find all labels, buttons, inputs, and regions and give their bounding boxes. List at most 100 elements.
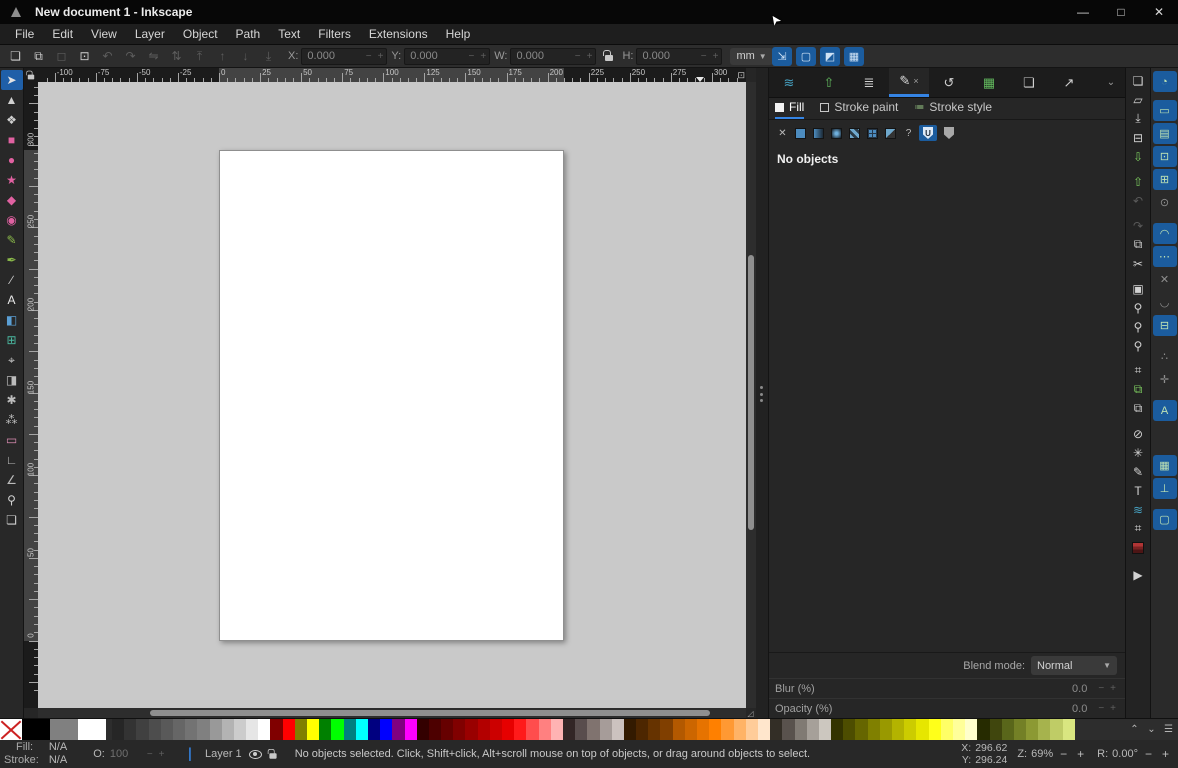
palette-swatch[interactable] (78, 719, 106, 741)
layer-indicator[interactable]: ▏ Layer 1 (190, 748, 277, 761)
palette-swatch[interactable] (282, 719, 295, 741)
zoom-in-button[interactable]: + (1074, 747, 1087, 761)
palette-swatch[interactable] (977, 719, 990, 741)
close-dialog-icon[interactable]: × (913, 76, 918, 86)
palette-swatch[interactable] (782, 719, 795, 741)
palette-swatch[interactable] (599, 719, 612, 741)
select-touch-button[interactable]: ⊡ (74, 47, 95, 66)
zoom-tool[interactable]: ⚲ (1, 490, 23, 510)
scale-stroke-toggle[interactable]: ⇲ (772, 47, 792, 66)
palette-swatch[interactable] (806, 719, 819, 741)
canvas[interactable] (38, 82, 746, 708)
w-increment[interactable]: + (584, 51, 596, 62)
palette-swatch[interactable] (307, 719, 320, 741)
palette-swatch[interactable] (745, 719, 758, 741)
zoom-value[interactable]: 69% (1031, 748, 1053, 760)
cut-button[interactable]: ✂ (1128, 254, 1149, 273)
palette-swatch[interactable] (221, 719, 234, 741)
h-decrement[interactable]: − (698, 51, 710, 62)
zoom-page-button[interactable]: ⚲ (1128, 336, 1149, 355)
w-decrement[interactable]: − (572, 51, 584, 62)
opacity-increment[interactable]: + (156, 749, 168, 760)
fill-stroke-dialog-button[interactable]: ✎ (1128, 462, 1149, 481)
menu-filters[interactable]: Filters (309, 25, 360, 43)
redo-button[interactable]: ↷ (1128, 216, 1149, 235)
opacity-decrement[interactable]: − (144, 749, 156, 760)
palette-swatch[interactable] (648, 719, 661, 741)
palette-swatch[interactable] (940, 719, 953, 741)
fill-stroke-indicator[interactable]: Fill: N/A Stroke: N/A (0, 741, 67, 767)
measure-tool[interactable]: ∠ (1, 470, 23, 490)
export-button[interactable]: ⇧ (1128, 172, 1149, 191)
spray-tool[interactable]: ⁂ (1, 410, 23, 430)
paint-pattern-button[interactable] (847, 126, 862, 141)
spiral-tool[interactable]: ◉ (1, 210, 23, 230)
tab-stroke-paint[interactable]: Stroke paint (820, 100, 898, 119)
document-page[interactable] (219, 150, 564, 641)
paint-none-button[interactable]: ✕ (775, 126, 790, 141)
palette-swatch[interactable] (392, 719, 405, 741)
lower-button[interactable]: ↓ (235, 47, 256, 66)
snap-nodes-toggle[interactable]: ◠ (1152, 223, 1177, 244)
tab-export-dialog[interactable]: ⇧ (809, 68, 849, 97)
rectangle-tool[interactable]: ■ (1, 130, 23, 150)
palette-swatch[interactable] (246, 719, 259, 741)
paint-flat-button[interactable] (793, 126, 808, 141)
y-input[interactable]: 0.000− + (404, 47, 491, 65)
palette-swatch[interactable] (112, 719, 125, 741)
fill-rule-nonzero-button[interactable] (940, 125, 958, 141)
vertical-scrollbar-thumb[interactable] (748, 255, 754, 530)
palette-swatch[interactable] (331, 719, 344, 741)
palette-swatch[interactable] (233, 719, 247, 741)
zoom-drawing-button[interactable]: ⚲ (1128, 317, 1149, 336)
raise-button[interactable]: ↑ (212, 47, 233, 66)
x-decrement[interactable]: − (363, 51, 375, 62)
create-clone-button[interactable]: ⧉ (1128, 399, 1149, 418)
xml-editor-button[interactable]: ⌗ (1128, 519, 1149, 538)
palette-swatch[interactable] (514, 719, 527, 741)
palette-swatch[interactable] (684, 719, 697, 741)
palette-swatch[interactable] (22, 719, 50, 741)
y-increment[interactable]: + (477, 51, 489, 62)
unlink-clone-button[interactable]: ⊘ (1128, 424, 1149, 443)
tab-align-distribute-dialog[interactable]: ≣ (849, 68, 889, 97)
snap-bbox-midpoints-toggle[interactable]: ⊞ (1152, 169, 1177, 190)
palette-swatch[interactable] (843, 719, 856, 741)
palette-swatch[interactable] (721, 719, 734, 741)
palette-swatch[interactable] (172, 719, 186, 741)
minimize-button[interactable]: — (1064, 0, 1102, 24)
layer-visibility-toggle[interactable] (248, 749, 262, 759)
palette-swatch[interactable] (709, 719, 722, 741)
snap-page-border-toggle[interactable]: ▢ (1152, 509, 1177, 530)
tab-undo-history-dialog[interactable]: ↺ (929, 68, 969, 97)
preferences-button[interactable]: ✳ (1128, 443, 1149, 462)
expand-commands-button[interactable]: ▶ (1128, 565, 1149, 584)
eraser-tool[interactable]: ▭ (1, 430, 23, 450)
zoom-out-button[interactable]: − (1057, 747, 1070, 761)
fill-rule-evenodd-button[interactable]: U (919, 125, 937, 141)
snap-bbox-corners-toggle[interactable]: ⊡ (1152, 146, 1177, 167)
paint-swatch-button[interactable] (883, 126, 898, 141)
raise-top-button[interactable]: ⤒ (189, 47, 210, 66)
palette-swatch[interactable] (148, 719, 161, 741)
deselect-button[interactable]: ◻ (51, 47, 72, 66)
menu-path[interactable]: Path (227, 25, 270, 43)
menu-layer[interactable]: Layer (126, 25, 174, 43)
select-all-button[interactable]: ❏ (5, 47, 26, 66)
rotation-value[interactable]: 0.00° (1112, 748, 1138, 760)
object-opacity-indicator[interactable]: O: 100 − + (93, 748, 167, 760)
snap-line-midpoints-toggle[interactable]: ⊟ (1152, 315, 1177, 336)
text-tool[interactable]: A (1, 290, 23, 310)
save-document-button[interactable]: ⤓ (1128, 109, 1149, 128)
pages-tool[interactable]: ❏ (1, 510, 23, 530)
tab-stroke-style[interactable]: ≔ Stroke style (914, 100, 992, 119)
snap-bbox-edges-toggle[interactable]: ▤ (1152, 123, 1177, 144)
rotate-cw-button[interactable]: ↷ (120, 47, 141, 66)
print-button[interactable]: ⊟ (1128, 128, 1149, 147)
palette-menu-button[interactable]: ☰ (1161, 721, 1176, 739)
blur-increment[interactable]: + (1107, 683, 1119, 694)
swatch-none[interactable] (0, 719, 22, 740)
palette-swatch[interactable] (453, 719, 466, 741)
opacity-slider-row[interactable]: Opacity (%) 0.0 − + (769, 698, 1125, 718)
palette-swatch[interactable] (794, 719, 807, 741)
